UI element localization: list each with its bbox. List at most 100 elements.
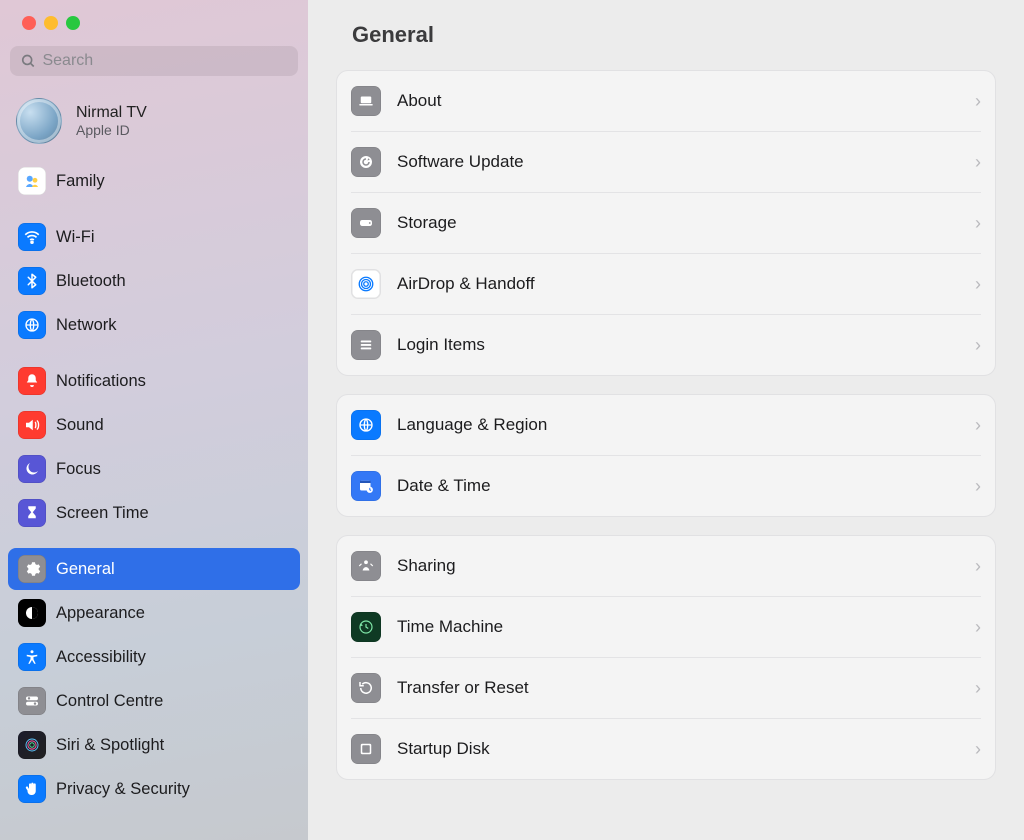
chevron-right-icon: › [975,739,981,760]
page-title: General [352,22,996,48]
sidebar-item-label: Focus [56,460,101,479]
close-window-button[interactable] [22,16,36,30]
reset-icon [351,673,381,703]
search-input[interactable] [42,52,288,70]
accessibility-icon [18,643,46,671]
toggles-icon [18,687,46,715]
row-airdrop[interactable]: AirDrop & Handoff › [351,253,981,314]
account-name: Nirmal TV [76,104,147,122]
row-label: Login Items [397,335,959,355]
account-sub: Apple ID [76,122,147,138]
sidebar-item-label: Notifications [56,372,146,391]
minimize-window-button[interactable] [44,16,58,30]
sidebar-item-notifications[interactable]: Notifications [8,360,300,402]
sidebar-item-family[interactable]: Family [8,160,300,202]
chevron-right-icon: › [975,476,981,497]
sidebar-item-network[interactable]: Network [8,304,300,346]
siri-icon [18,731,46,759]
sidebar-item-wifi[interactable]: Wi-Fi [8,216,300,258]
row-storage[interactable]: Storage › [351,192,981,253]
sidebar-item-privacy[interactable]: Privacy & Security [8,768,300,810]
sidebar-item-label: Sound [56,416,104,435]
sidebar-item-label: Network [56,316,117,335]
row-startupdisk[interactable]: Startup Disk › [351,718,981,779]
row-login-items[interactable]: Login Items › [351,314,981,375]
appearance-icon [18,599,46,627]
sidebar-item-label: Family [56,172,105,191]
sidebar-item-label: Appearance [56,604,145,623]
wifi-icon [18,223,46,251]
sidebar-item-label: Control Centre [56,692,163,711]
chevron-right-icon: › [975,335,981,356]
list-icon [351,330,381,360]
speaker-icon [18,411,46,439]
clock-back-icon [351,612,381,642]
sidebar-item-label: Wi-Fi [56,228,94,247]
sidebar-item-label: Siri & Spotlight [56,736,164,755]
search-field[interactable] [10,46,298,76]
sidebar-item-accessibility[interactable]: Accessibility [8,636,300,678]
sidebar-item-label: Screen Time [56,504,149,523]
globe-icon [351,410,381,440]
bell-icon [18,367,46,395]
row-language[interactable]: Language & Region › [351,395,981,455]
row-transfer[interactable]: Transfer or Reset › [351,657,981,718]
calendar-clock-icon [351,471,381,501]
sidebar-item-siri[interactable]: Siri & Spotlight [8,724,300,766]
chevron-right-icon: › [975,678,981,699]
hourglass-icon [18,499,46,527]
row-datetime[interactable]: Date & Time › [351,455,981,516]
sidebar-item-general[interactable]: General [8,548,300,590]
gear-refresh-icon [351,147,381,177]
row-label: Date & Time [397,476,959,496]
sidebar: Nirmal TV Apple ID Family Wi-Fi Bluetoot… [0,0,308,840]
drive-icon [351,208,381,238]
sidebar-item-label: Accessibility [56,648,146,667]
fullscreen-window-button[interactable] [66,16,80,30]
bluetooth-icon [18,267,46,295]
apple-id-account-row[interactable]: Nirmal TV Apple ID [8,90,300,160]
chevron-right-icon: › [975,213,981,234]
row-timemachine[interactable]: Time Machine › [351,596,981,657]
sidebar-item-sound[interactable]: Sound [8,404,300,446]
sidebar-item-bluetooth[interactable]: Bluetooth [8,260,300,302]
sharing-icon [351,551,381,581]
avatar [16,98,62,144]
row-sharing[interactable]: Sharing › [351,536,981,596]
sidebar-item-focus[interactable]: Focus [8,448,300,490]
sidebar-item-screentime[interactable]: Screen Time [8,492,300,534]
row-label: AirDrop & Handoff [397,274,959,294]
sidebar-item-appearance[interactable]: Appearance [8,592,300,634]
main-content: General About › Software Update › Storag… [308,0,1024,840]
row-label: Storage [397,213,959,233]
chevron-right-icon: › [975,91,981,112]
laptop-icon [351,86,381,116]
row-label: About [397,91,959,111]
sidebar-item-label: General [56,560,115,579]
row-label: Time Machine [397,617,959,637]
network-icon [18,311,46,339]
chevron-right-icon: › [975,152,981,173]
sidebar-item-label: Bluetooth [56,272,126,291]
window-controls [8,12,300,42]
disk-icon [351,734,381,764]
family-icon [18,167,46,195]
sidebar-item-label: Privacy & Security [56,780,190,799]
row-about[interactable]: About › [351,71,981,131]
chevron-right-icon: › [975,415,981,436]
row-software-update[interactable]: Software Update › [351,131,981,192]
row-label: Startup Disk [397,739,959,759]
sidebar-item-controlcentre[interactable]: Control Centre [8,680,300,722]
settings-group: Sharing › Time Machine › Transfer or Res… [336,535,996,780]
airdrop-icon [351,269,381,299]
moon-icon [18,455,46,483]
chevron-right-icon: › [975,274,981,295]
gear-icon [18,555,46,583]
row-label: Transfer or Reset [397,678,959,698]
hand-icon [18,775,46,803]
settings-group: About › Software Update › Storage › AirD… [336,70,996,376]
chevron-right-icon: › [975,556,981,577]
row-label: Sharing [397,556,959,576]
row-label: Software Update [397,152,959,172]
search-icon [20,52,36,70]
